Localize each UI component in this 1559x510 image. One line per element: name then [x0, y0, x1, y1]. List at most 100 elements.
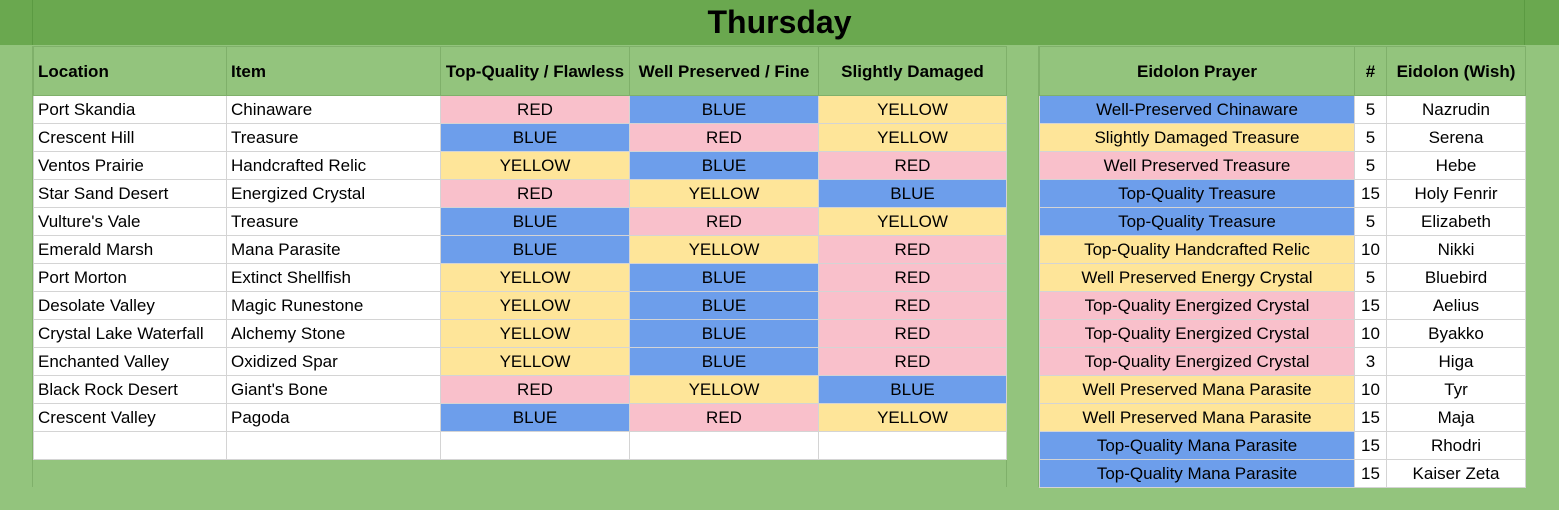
well-preserved-cell[interactable]: RED	[629, 207, 819, 236]
location-cell[interactable]: Emerald Marsh	[33, 235, 227, 264]
top-quality-cell[interactable]: BLUE	[440, 403, 630, 432]
prayer-cell[interactable]: Slightly Damaged Treasure	[1039, 123, 1355, 152]
count-cell[interactable]: 5	[1354, 123, 1387, 152]
eidolon-cell[interactable]: Hebe	[1386, 151, 1526, 180]
count-cell[interactable]: 10	[1354, 375, 1387, 404]
slightly-damaged-cell[interactable]: RED	[818, 151, 1007, 180]
prayer-cell[interactable]: Top-Quality Handcrafted Relic	[1039, 235, 1355, 264]
eidolon-cell[interactable]: Nikki	[1386, 235, 1526, 264]
item-cell[interactable]: Extinct Shellfish	[226, 263, 441, 292]
header-well-preserved[interactable]: Well Preserved / Fine	[629, 46, 819, 96]
well-preserved-cell[interactable]: BLUE	[629, 95, 819, 124]
item-cell[interactable]: Oxidized Spar	[226, 347, 441, 376]
eidolon-cell[interactable]: Elizabeth	[1386, 207, 1526, 236]
eidolon-cell[interactable]: Tyr	[1386, 375, 1526, 404]
well-preserved-cell[interactable]: YELLOW	[629, 375, 819, 404]
item-cell[interactable]: Energized Crystal	[226, 179, 441, 208]
well-preserved-cell[interactable]: BLUE	[629, 151, 819, 180]
top-quality-cell[interactable]: YELLOW	[440, 319, 630, 348]
header-slightly-damaged[interactable]: Slightly Damaged	[818, 46, 1007, 96]
item-cell[interactable]: Treasure	[226, 123, 441, 152]
top-quality-cell[interactable]: RED	[440, 179, 630, 208]
prayer-cell[interactable]: Well Preserved Treasure	[1039, 151, 1355, 180]
header-top-quality[interactable]: Top-Quality / Flawless	[440, 46, 630, 96]
count-cell[interactable]: 15	[1354, 403, 1387, 432]
empty-cell[interactable]	[629, 431, 819, 460]
top-quality-cell[interactable]: BLUE	[440, 207, 630, 236]
eidolon-cell[interactable]: Nazrudin	[1386, 95, 1526, 124]
count-cell[interactable]: 15	[1354, 431, 1387, 460]
eidolon-cell[interactable]: Holy Fenrir	[1386, 179, 1526, 208]
top-quality-cell[interactable]: BLUE	[440, 123, 630, 152]
top-quality-cell[interactable]: YELLOW	[440, 291, 630, 320]
header-item[interactable]: Item	[226, 46, 441, 96]
well-preserved-cell[interactable]: YELLOW	[629, 235, 819, 264]
slightly-damaged-cell[interactable]: RED	[818, 235, 1007, 264]
slightly-damaged-cell[interactable]: BLUE	[818, 375, 1007, 404]
item-cell[interactable]: Mana Parasite	[226, 235, 441, 264]
well-preserved-cell[interactable]: RED	[629, 403, 819, 432]
count-cell[interactable]: 5	[1354, 95, 1387, 124]
count-cell[interactable]: 10	[1354, 319, 1387, 348]
top-quality-cell[interactable]: RED	[440, 95, 630, 124]
header-eidolon-wish[interactable]: Eidolon (Wish)	[1386, 46, 1526, 96]
prayer-cell[interactable]: Top-Quality Energized Crystal	[1039, 319, 1355, 348]
count-cell[interactable]: 15	[1354, 179, 1387, 208]
empty-cell[interactable]	[33, 431, 227, 460]
count-cell[interactable]: 5	[1354, 263, 1387, 292]
count-cell[interactable]: 10	[1354, 235, 1387, 264]
count-cell[interactable]: 5	[1354, 207, 1387, 236]
eidolon-cell[interactable]: Serena	[1386, 123, 1526, 152]
item-cell[interactable]: Treasure	[226, 207, 441, 236]
eidolon-cell[interactable]: Higa	[1386, 347, 1526, 376]
well-preserved-cell[interactable]: BLUE	[629, 319, 819, 348]
top-quality-cell[interactable]: YELLOW	[440, 151, 630, 180]
top-quality-cell[interactable]: RED	[440, 375, 630, 404]
prayer-cell[interactable]: Well Preserved Energy Crystal	[1039, 263, 1355, 292]
item-cell[interactable]: Giant's Bone	[226, 375, 441, 404]
prayer-cell[interactable]: Top-Quality Treasure	[1039, 207, 1355, 236]
well-preserved-cell[interactable]: YELLOW	[629, 179, 819, 208]
slightly-damaged-cell[interactable]: RED	[818, 319, 1007, 348]
slightly-damaged-cell[interactable]: YELLOW	[818, 403, 1007, 432]
location-cell[interactable]: Port Skandia	[33, 95, 227, 124]
well-preserved-cell[interactable]: RED	[629, 123, 819, 152]
prayer-cell[interactable]: Top-Quality Energized Crystal	[1039, 347, 1355, 376]
top-quality-cell[interactable]: YELLOW	[440, 263, 630, 292]
slightly-damaged-cell[interactable]: RED	[818, 263, 1007, 292]
prayer-cell[interactable]: Top-Quality Energized Crystal	[1039, 291, 1355, 320]
eidolon-cell[interactable]: Byakko	[1386, 319, 1526, 348]
top-quality-cell[interactable]: YELLOW	[440, 347, 630, 376]
eidolon-cell[interactable]: Maja	[1386, 403, 1526, 432]
location-cell[interactable]: Star Sand Desert	[33, 179, 227, 208]
count-cell[interactable]: 5	[1354, 151, 1387, 180]
prayer-cell[interactable]: Well Preserved Mana Parasite	[1039, 375, 1355, 404]
header-eidolon-prayer[interactable]: Eidolon Prayer	[1039, 46, 1355, 96]
slightly-damaged-cell[interactable]: YELLOW	[818, 207, 1007, 236]
prayer-cell[interactable]: Well Preserved Mana Parasite	[1039, 403, 1355, 432]
header-location[interactable]: Location	[33, 46, 227, 96]
location-cell[interactable]: Crescent Hill	[33, 123, 227, 152]
location-cell[interactable]: Crescent Valley	[33, 403, 227, 432]
eidolon-cell[interactable]: Aelius	[1386, 291, 1526, 320]
slightly-damaged-cell[interactable]: RED	[818, 347, 1007, 376]
item-cell[interactable]: Alchemy Stone	[226, 319, 441, 348]
location-cell[interactable]: Crystal Lake Waterfall	[33, 319, 227, 348]
location-cell[interactable]: Ventos Prairie	[33, 151, 227, 180]
count-cell[interactable]: 3	[1354, 347, 1387, 376]
prayer-cell[interactable]: Top-Quality Mana Parasite	[1039, 459, 1355, 488]
count-cell[interactable]: 15	[1354, 291, 1387, 320]
slightly-damaged-cell[interactable]: YELLOW	[818, 95, 1007, 124]
prayer-cell[interactable]: Top-Quality Mana Parasite	[1039, 431, 1355, 460]
eidolon-cell[interactable]: Rhodri	[1386, 431, 1526, 460]
empty-cell[interactable]	[440, 431, 630, 460]
slightly-damaged-cell[interactable]: BLUE	[818, 179, 1007, 208]
slightly-damaged-cell[interactable]: YELLOW	[818, 123, 1007, 152]
well-preserved-cell[interactable]: BLUE	[629, 347, 819, 376]
eidolon-cell[interactable]: Kaiser Zeta	[1386, 459, 1526, 488]
empty-cell[interactable]	[226, 431, 441, 460]
location-cell[interactable]: Enchanted Valley	[33, 347, 227, 376]
empty-cell[interactable]	[818, 431, 1007, 460]
header-count[interactable]: #	[1354, 46, 1387, 96]
prayer-cell[interactable]: Well-Preserved Chinaware	[1039, 95, 1355, 124]
